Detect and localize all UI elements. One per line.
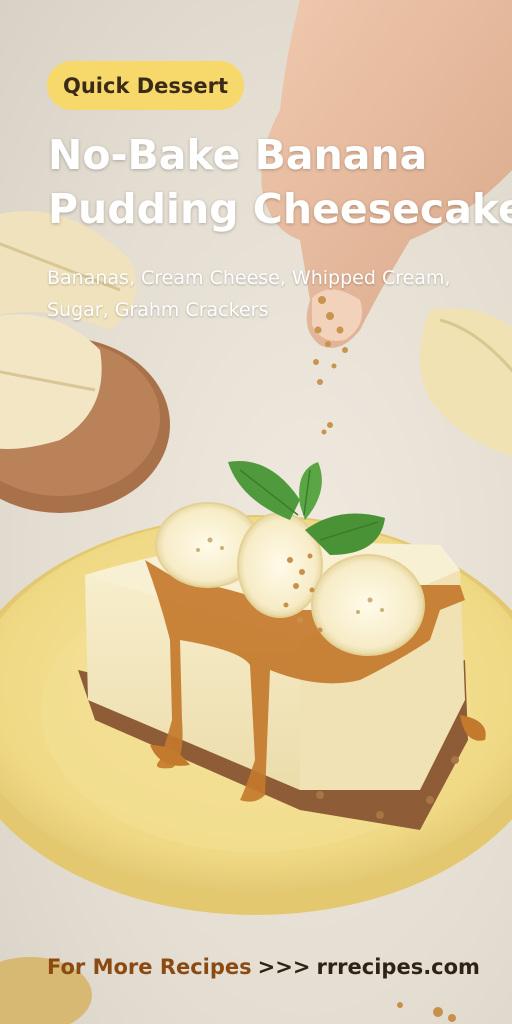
title-line-2: Pudding Cheesecake (48, 185, 512, 233)
quick-dessert-badge: Quick Dessert (47, 61, 245, 110)
footer-site-link[interactable]: rrrecipes.com (316, 955, 479, 979)
crumbs-table (397, 1002, 456, 1022)
footer-cta[interactable]: For More Recipes >>> rrrecipes.com (47, 955, 480, 979)
recipe-title: No-Bake Banana Pudding Cheesecake (48, 128, 512, 236)
recipe-pin: Quick Dessert No-Bake Banana Pudding Che… (0, 0, 512, 1024)
banana-right (420, 308, 512, 456)
banana-board-left (0, 211, 170, 513)
footer-label: For More Recipes (47, 955, 252, 979)
ingredients-line-1: Bananas, Cream Cheese, Whipped Cream, (47, 267, 451, 289)
badge-label: Quick Dessert (63, 73, 229, 98)
ingredients-line-2: Sugar, Grahm Crackers (47, 299, 269, 321)
title-line-1: No-Bake Banana (48, 131, 428, 179)
footer-arrows: >>> (257, 955, 311, 979)
ingredients-list: Bananas, Cream Cheese, Whipped Cream, Su… (47, 262, 487, 326)
